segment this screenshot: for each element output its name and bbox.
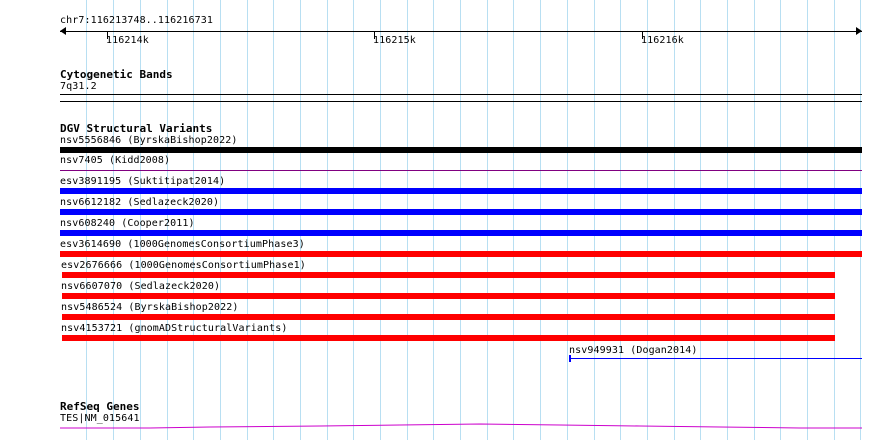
variant-bar[interactable] xyxy=(62,293,835,299)
grid-line xyxy=(834,0,835,440)
variant-label[interactable]: esv3891195 (Suktitipat2014) xyxy=(60,176,225,188)
grid-line xyxy=(487,0,488,440)
grid-line xyxy=(273,0,274,440)
grid-line xyxy=(594,0,595,440)
grid-line xyxy=(353,0,354,440)
ruler-tick-label: 116216k xyxy=(641,35,684,46)
grid-line xyxy=(807,0,808,440)
cytoband-label[interactable]: 7q31.2 xyxy=(60,81,97,93)
grid-line xyxy=(647,0,648,440)
variant-label[interactable]: esv3614690 (1000GenomesConsortiumPhase3) xyxy=(60,239,305,251)
scroll-left-arrow-icon[interactable] xyxy=(60,27,66,35)
cytoband-track-title[interactable]: Cytogenetic Bands xyxy=(60,68,173,81)
grid-line xyxy=(860,0,861,440)
variant-bar[interactable] xyxy=(60,251,862,257)
gene-model[interactable] xyxy=(60,418,862,440)
grid-line xyxy=(513,0,514,440)
cytoband-top-border xyxy=(60,94,862,95)
variant-label[interactable]: nsv5486524 (ByrskaBishop2022) xyxy=(61,302,239,314)
variant-label[interactable]: nsv949931 (Dogan2014) xyxy=(569,345,698,357)
genome-browser-panel[interactable]: chr7:116213748..116216731 116214k 116215… xyxy=(0,0,890,440)
variant-bar[interactable] xyxy=(60,147,862,153)
variant-bar[interactable] xyxy=(60,188,862,194)
variant-bar[interactable] xyxy=(62,335,835,341)
grid-line xyxy=(540,0,541,440)
variant-bar[interactable] xyxy=(60,170,862,171)
grid-line xyxy=(620,0,621,440)
grid-line xyxy=(567,0,568,440)
cytoband-bottom-border xyxy=(60,101,862,102)
gene-intron-line xyxy=(60,423,862,429)
grid-line xyxy=(780,0,781,440)
grid-line xyxy=(407,0,408,440)
variant-label[interactable]: nsv5556846 (ByrskaBishop2022) xyxy=(60,135,238,147)
grid-line xyxy=(247,0,248,440)
scroll-right-arrow-icon[interactable] xyxy=(856,27,862,35)
variant-bar[interactable] xyxy=(62,314,835,320)
variant-label[interactable]: esv2676666 (1000GenomesConsortiumPhase1) xyxy=(61,260,306,272)
variant-bar[interactable] xyxy=(60,209,862,215)
refseq-track-title[interactable]: RefSeq Genes xyxy=(60,400,139,413)
variant-label[interactable]: nsv7405 (Kidd2008) xyxy=(60,155,170,167)
location-label: chr7:116213748..116216731 xyxy=(60,15,214,26)
grid-line xyxy=(380,0,381,440)
grid-line xyxy=(327,0,328,440)
grid-line xyxy=(460,0,461,440)
grid-line xyxy=(727,0,728,440)
ruler-tick-label: 116215k xyxy=(373,35,416,46)
grid-line xyxy=(300,0,301,440)
grid-line xyxy=(754,0,755,440)
grid-line xyxy=(433,0,434,440)
variant-label[interactable]: nsv6607070 (Sedlazeck2020) xyxy=(61,281,220,293)
ruler-tick-label: 116214k xyxy=(106,35,149,46)
variant-label[interactable]: nsv608240 (Cooper2011) xyxy=(60,218,195,230)
variant-label[interactable]: nsv4153721 (gnomADStructuralVariants) xyxy=(61,323,287,335)
variant-start-marker xyxy=(569,355,571,362)
dgv-track-title[interactable]: DGV Structural Variants xyxy=(60,122,212,135)
variant-label[interactable]: nsv6612182 (Sedlazeck2020) xyxy=(60,197,219,209)
variant-bar[interactable] xyxy=(569,358,862,359)
ruler-axis[interactable] xyxy=(60,31,862,32)
grid-line xyxy=(700,0,701,440)
variant-bar[interactable] xyxy=(62,272,835,278)
variant-bar[interactable] xyxy=(60,230,862,236)
gene-label[interactable]: TES|NM_015641 xyxy=(60,413,140,425)
grid-line xyxy=(220,0,221,440)
grid-line xyxy=(674,0,675,440)
